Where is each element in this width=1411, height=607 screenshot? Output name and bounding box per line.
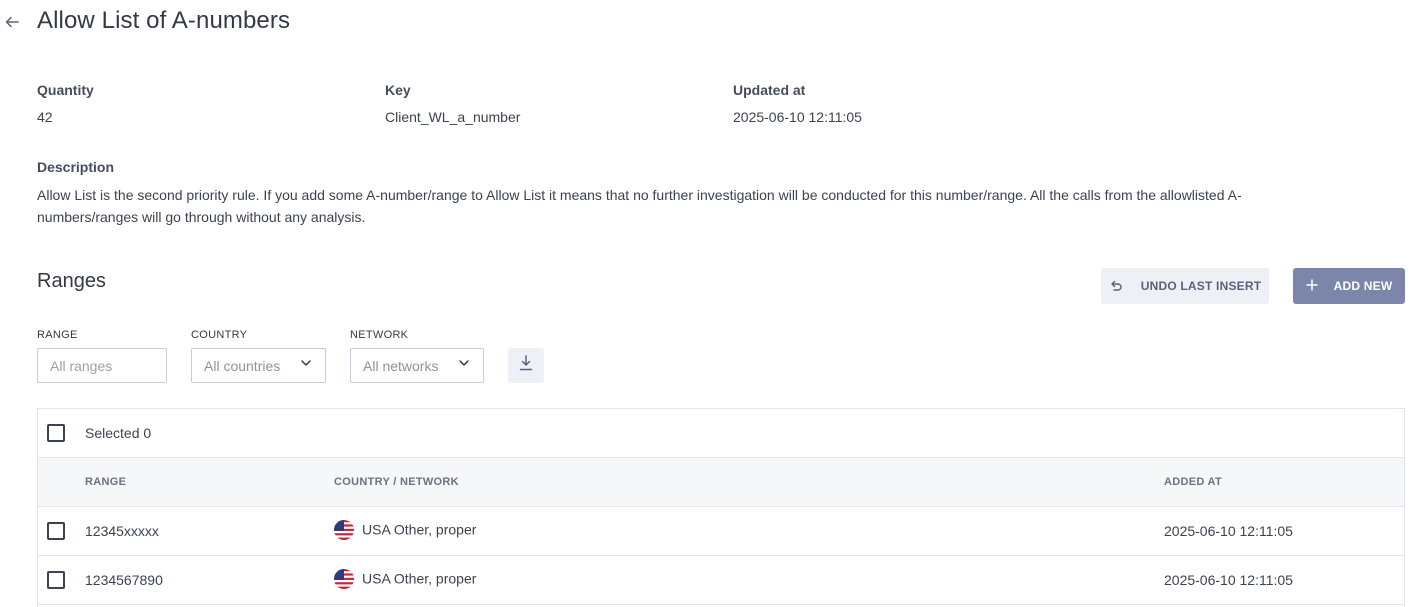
country-filter-select[interactable]: All countries <box>191 348 326 383</box>
range-cell: 1234567890 <box>85 572 163 588</box>
quantity-value: 42 <box>37 109 53 125</box>
network-filter-value: All networks <box>363 357 439 374</box>
add-new-label: ADD NEW <box>1333 279 1393 293</box>
back-arrow-icon[interactable] <box>3 12 21 32</box>
ranges-table: Selected 0 RANGE COUNTRY / NETWORK ADDED… <box>37 408 1405 607</box>
column-header-country-network[interactable]: COUNTRY / NETWORK <box>334 476 459 488</box>
updated-at-label: Updated at <box>733 82 806 98</box>
range-cell: 12345xxxxx <box>85 523 159 539</box>
column-header-added-at[interactable]: ADDED AT <box>1164 476 1222 488</box>
table-header-row: RANGE COUNTRY / NETWORK ADDED AT <box>38 458 1404 507</box>
country-network-text: USA Other, proper <box>362 521 477 538</box>
us-flag-icon <box>334 520 354 540</box>
chevron-down-icon <box>458 357 470 372</box>
network-filter-select[interactable]: All networks <box>350 348 484 383</box>
range-filter-label: RANGE <box>37 329 78 341</box>
add-new-button[interactable]: ADD NEW <box>1293 268 1405 304</box>
updated-at-value: 2025-06-10 12:11:05 <box>733 109 862 125</box>
key-label: Key <box>385 82 411 98</box>
table-row: 12345xxxxx USA Other, proper 2025-06-10 … <box>38 507 1404 556</box>
undo-icon <box>1109 278 1123 295</box>
column-header-range[interactable]: RANGE <box>85 476 126 488</box>
country-filter-label: COUNTRY <box>191 329 248 341</box>
quantity-label: Quantity <box>37 82 94 98</box>
description-text: Allow List is the second priority rule. … <box>37 187 1242 225</box>
select-all-checkbox[interactable] <box>47 424 65 442</box>
download-icon <box>519 355 533 376</box>
plus-icon <box>1305 278 1318 294</box>
selected-count: Selected 0 <box>85 425 152 441</box>
country-network-cell: USA Other, proper <box>334 520 477 541</box>
ranges-title: Ranges <box>37 270 106 292</box>
range-filter-input[interactable] <box>37 348 167 383</box>
chevron-down-icon <box>300 357 312 372</box>
description-label: Description <box>37 159 115 175</box>
row-checkbox[interactable] <box>47 571 65 589</box>
country-filter-value: All countries <box>204 357 281 374</box>
undo-last-insert-button[interactable]: UNDO LAST INSERT <box>1101 268 1269 304</box>
key-value: Client_WL_a_number <box>385 109 521 125</box>
country-network-text: USA Other, proper <box>362 570 477 587</box>
us-flag-icon <box>334 569 354 589</box>
row-checkbox[interactable] <box>47 522 65 540</box>
download-button[interactable] <box>508 348 544 383</box>
added-at-cell: 2025-06-10 12:11:05 <box>1164 572 1293 588</box>
page-title: Allow List of A-numbers <box>37 7 291 34</box>
selection-row: Selected 0 <box>38 409 1404 458</box>
country-network-cell: USA Other, proper <box>334 569 477 590</box>
table-row: 1234567890 USA Other, proper 2025-06-10 … <box>38 556 1404 605</box>
undo-label: UNDO LAST INSERT <box>1140 279 1262 293</box>
network-filter-label: NETWORK <box>350 329 409 341</box>
added-at-cell: 2025-06-10 12:11:05 <box>1164 523 1293 539</box>
